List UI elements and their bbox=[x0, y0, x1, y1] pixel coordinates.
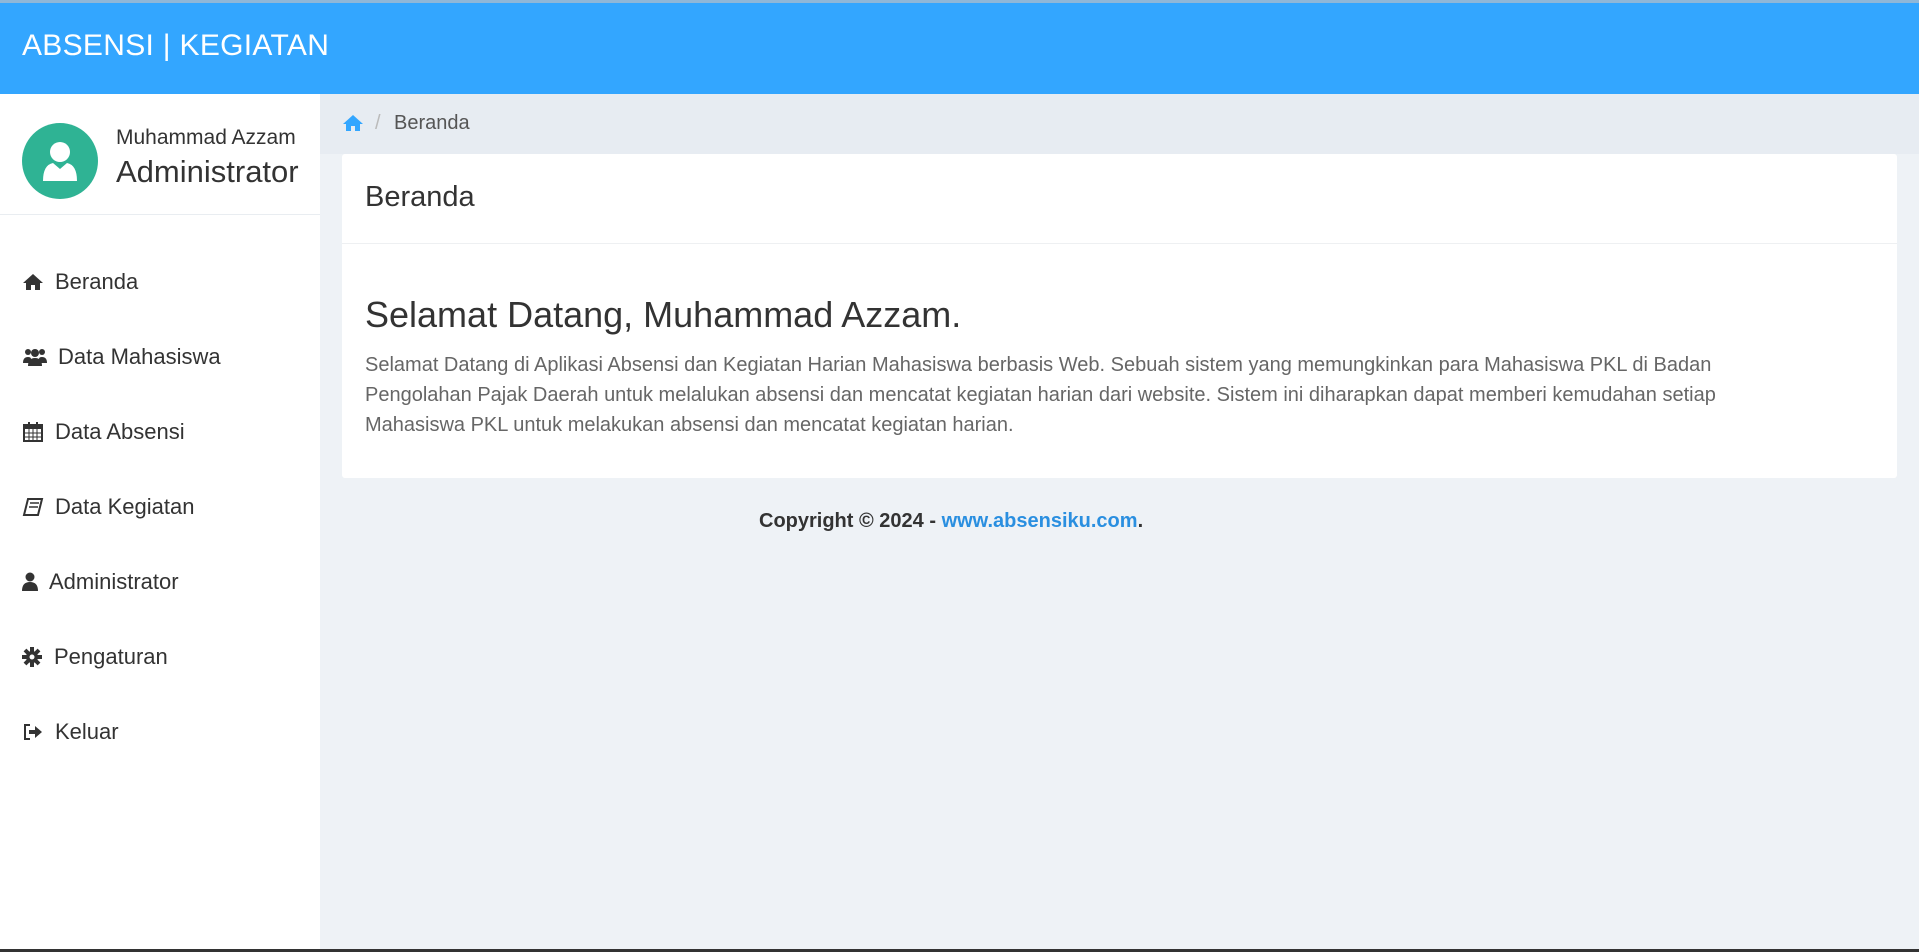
sidebar-item-beranda[interactable]: Beranda bbox=[0, 254, 320, 310]
breadcrumb-current: Beranda bbox=[394, 112, 470, 134]
user-name: Muhammad Azzam bbox=[116, 126, 296, 149]
card-header: Beranda bbox=[342, 154, 1897, 244]
page-title: Beranda bbox=[365, 181, 475, 213]
gear-icon bbox=[22, 647, 44, 667]
welcome-description: Selamat Datang di Aplikasi Absensi dan K… bbox=[365, 354, 1716, 436]
top-header-bar: ABSENSI | KEGIATAN bbox=[0, 0, 1919, 94]
sign-out-icon bbox=[22, 722, 44, 742]
sidebar-item-label: Keluar bbox=[55, 719, 119, 744]
avatar bbox=[22, 123, 98, 199]
app-brand[interactable]: ABSENSI | KEGIATAN bbox=[22, 29, 329, 63]
sidebar-item-label: Pengaturan bbox=[54, 644, 168, 669]
breadcrumb-separator: / bbox=[375, 112, 381, 134]
footer-suffix: . bbox=[1137, 510, 1144, 532]
sidebar-item-data-absensi[interactable]: Data Absensi bbox=[0, 404, 320, 460]
user-silhouette-icon bbox=[43, 142, 77, 181]
sidebar-item-administrator[interactable]: Administrator bbox=[0, 554, 320, 610]
sidebar-item-keluar[interactable]: Keluar bbox=[0, 704, 320, 760]
sidebar-item-label: Beranda bbox=[55, 269, 139, 294]
user-icon bbox=[22, 572, 38, 592]
sidebar: Muhammad Azzam Administrator Beranda Dat… bbox=[0, 94, 320, 949]
book-icon bbox=[22, 497, 44, 517]
sidebar-item-data-mahasiswa[interactable]: Data Mahasiswa bbox=[0, 329, 320, 385]
content-card: Beranda Selamat Datang, Muhammad Azzam. … bbox=[342, 154, 1897, 478]
footer: Copyright © 2024 - www.absensiku.com. bbox=[759, 510, 1143, 533]
users-icon bbox=[22, 347, 48, 367]
home-icon[interactable] bbox=[342, 113, 364, 133]
welcome-heading: Selamat Datang, Muhammad Azzam. bbox=[365, 294, 962, 335]
home-icon bbox=[22, 272, 44, 292]
sidebar-item-label: Administrator bbox=[49, 569, 179, 594]
sidebar-item-label: Data Mahasiswa bbox=[58, 344, 221, 369]
user-role: Administrator bbox=[116, 154, 299, 189]
calendar-icon bbox=[22, 422, 44, 442]
user-panel: Muhammad Azzam Administrator bbox=[0, 94, 320, 215]
sidebar-item-label: Data Absensi bbox=[55, 419, 185, 444]
breadcrumb: / Beranda bbox=[320, 94, 1919, 154]
footer-link[interactable]: www.absensiku.com bbox=[942, 510, 1138, 532]
sidebar-item-pengaturan[interactable]: Pengaturan bbox=[0, 629, 320, 685]
sidebar-item-data-kegiatan[interactable]: Data Kegiatan bbox=[0, 479, 320, 535]
sidebar-item-label: Data Kegiatan bbox=[55, 494, 195, 519]
copyright-text: Copyright © 2024 - bbox=[759, 510, 942, 532]
